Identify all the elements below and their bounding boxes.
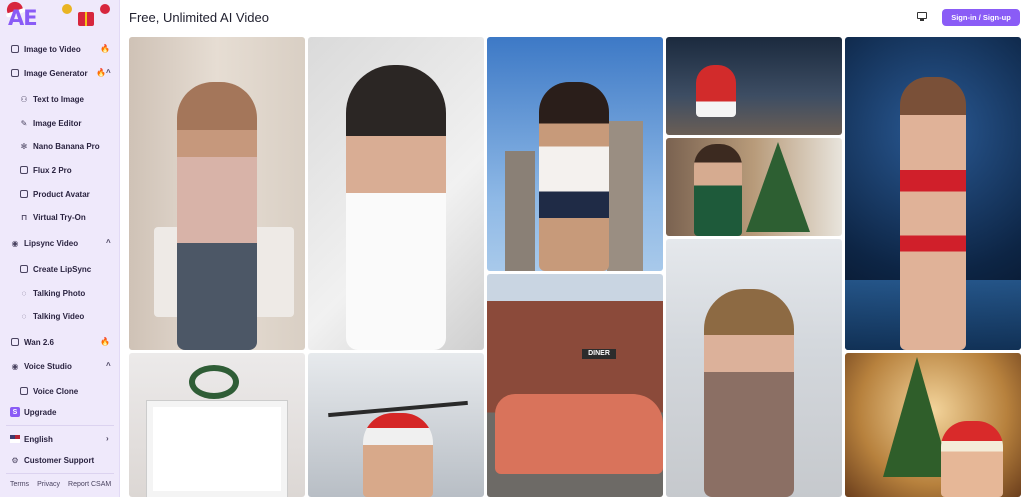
sidebar-item-lipsync-video[interactable]: ◉ Lipsync Video ^ — [0, 233, 120, 253]
gallery-item-city-rooftop[interactable] — [487, 37, 663, 271]
voice-clone-icon — [19, 386, 29, 396]
car-shape — [495, 394, 663, 474]
chevron-up-icon[interactable]: ^ — [106, 361, 111, 370]
page-title: Free, Unlimited AI Video — [129, 10, 269, 25]
image-generator-icon — [10, 68, 20, 78]
diner-sign: DINER — [582, 349, 616, 359]
talking-video-icon: ◌ — [21, 311, 27, 321]
ornament-icon — [100, 4, 110, 14]
privacy-link[interactable]: Privacy — [37, 481, 60, 488]
person-shape — [177, 82, 257, 350]
gallery-item-vintage-car[interactable]: DINER — [487, 274, 663, 497]
terms-link[interactable]: Terms — [10, 481, 29, 488]
sidebar-item-flux-2-pro[interactable]: Flux 2 Pro — [0, 160, 120, 180]
christmas-tree-shape — [746, 142, 810, 232]
wan-icon — [10, 337, 20, 347]
app-logo[interactable]: AE — [4, 0, 116, 32]
sidebar-item-virtual-try-on[interactable]: ⊓ Virtual Try-On — [0, 207, 120, 227]
language-selector[interactable]: English › — [0, 429, 120, 449]
chevron-up-icon[interactable]: ^ — [106, 238, 111, 247]
sidebar-item-create-lipsync[interactable]: Create LipSync — [0, 259, 120, 279]
ornament-icon — [62, 4, 72, 14]
sidebar-item-text-to-image[interactable]: ⚇ Text to Image — [0, 89, 120, 109]
sidebar-item-nano-banana-pro[interactable]: ✻ Nano Banana Pro — [0, 136, 120, 156]
gift-icon — [78, 12, 94, 26]
report-csam-link[interactable]: Report CSAM — [68, 481, 111, 488]
sidebar-item-image-to-video[interactable]: Image to Video 🔥 — [0, 39, 120, 59]
sidebar-item-wan-2-6[interactable]: Wan 2.6 🔥 — [0, 332, 120, 352]
santa-shape — [696, 65, 736, 117]
talking-photo-icon: ◌ — [21, 288, 27, 298]
sign-in-button[interactable]: Sign-in / Sign-up — [942, 9, 1020, 26]
sidebar-item-talking-video[interactable]: ◌ Talking Video — [0, 306, 120, 326]
sidebar-item-voice-clone[interactable]: Voice Clone — [0, 381, 120, 401]
shirt-icon: ⊓ — [20, 212, 28, 222]
person-shape — [900, 77, 966, 350]
person-shape — [704, 289, 794, 497]
sidebar-item-upgrade[interactable]: S Upgrade — [0, 402, 120, 422]
fire-icon: 🔥 — [96, 68, 106, 77]
customer-support-link[interactable]: ⚙ Customer Support — [0, 450, 120, 470]
image-video-icon — [10, 44, 20, 54]
santa-shape — [363, 413, 433, 497]
logo-text: AE — [8, 6, 38, 30]
person-shape — [346, 65, 446, 350]
gallery-item-christmas-hat-woman[interactable] — [845, 353, 1021, 497]
sidebar-footer: Terms Privacy Report CSAM — [10, 481, 111, 488]
person-icon: ⚇ — [20, 94, 28, 104]
sidebar: AE Image to Video 🔥 Image Generator 🔥 ^ … — [0, 0, 120, 497]
sidebar-item-talking-photo[interactable]: ◌ Talking Photo — [0, 283, 120, 303]
person-shape — [694, 144, 742, 236]
wreath-shape — [189, 365, 239, 399]
sidebar-item-product-avatar[interactable]: Product Avatar — [0, 184, 120, 204]
sidebar-item-image-editor[interactable]: ✎ Image Editor — [0, 113, 120, 133]
chevron-right-icon: › — [106, 434, 109, 443]
gallery-item-santa-runway[interactable] — [845, 37, 1021, 350]
sidebar-divider — [6, 473, 114, 474]
upgrade-icon: S — [10, 407, 20, 417]
gallery-item-office-woman[interactable] — [666, 239, 842, 497]
document-icon — [19, 165, 29, 175]
create-icon — [19, 264, 29, 274]
person-shape — [941, 421, 1003, 497]
gallery-item-santa-city[interactable] — [666, 37, 842, 135]
product-icon — [19, 189, 29, 199]
building-shape — [607, 121, 643, 271]
gallery-item-white-dress[interactable] — [308, 37, 484, 350]
building-shape — [505, 151, 535, 271]
sidebar-item-image-generator[interactable]: Image Generator 🔥 ^ — [0, 63, 120, 83]
lipsync-icon: ◉ — [11, 238, 19, 248]
person-shape — [539, 82, 609, 271]
gallery-item-mirror-selfie[interactable] — [129, 37, 305, 350]
gallery-item-christmas-tree-woman[interactable] — [666, 138, 842, 236]
chevron-up-icon[interactable]: ^ — [106, 68, 111, 77]
fire-icon: 🔥 — [100, 337, 110, 346]
fire-icon: 🔥 — [100, 44, 110, 53]
gallery-item-santa-gym[interactable] — [308, 353, 484, 497]
sidebar-item-voice-studio[interactable]: ◉ Voice Studio ^ — [0, 356, 120, 376]
sidebar-divider — [6, 425, 114, 426]
photo-frame — [147, 401, 287, 497]
monitor-icon[interactable] — [917, 12, 927, 21]
support-icon: ⚙ — [11, 455, 19, 465]
flag-us-icon — [10, 434, 20, 444]
edit-icon: ✎ — [20, 118, 28, 128]
gallery-item-wreath-frame[interactable] — [129, 353, 305, 497]
sparkle-icon: ✻ — [20, 141, 28, 151]
voice-icon: ◉ — [11, 361, 19, 371]
